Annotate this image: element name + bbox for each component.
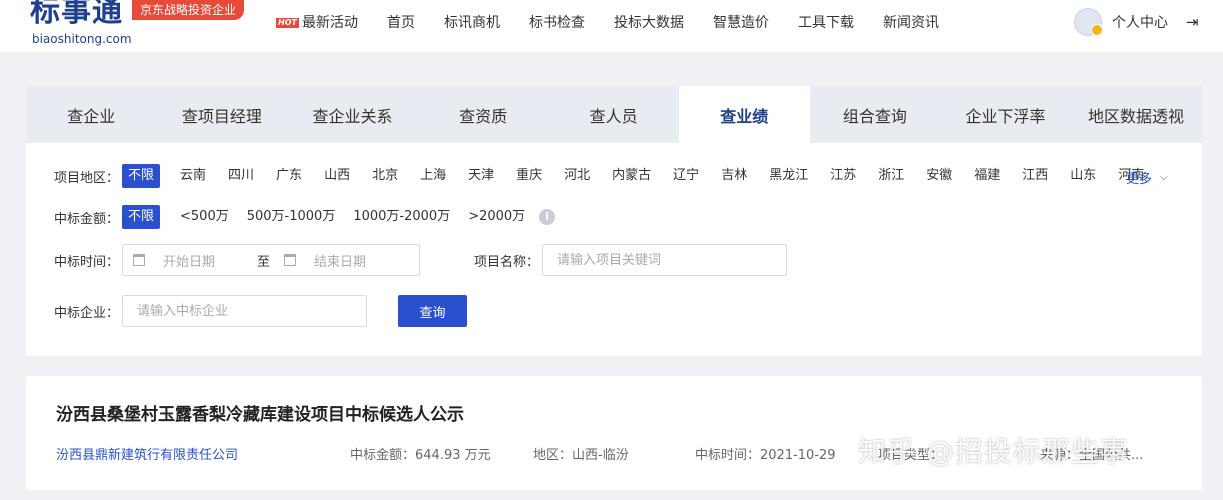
tab-company[interactable]: 查企业	[26, 86, 157, 143]
region-option[interactable]: 天津	[468, 164, 494, 188]
winning-amount: 中标金额：644.93 万元	[350, 448, 491, 463]
amount-option[interactable]: 1000万-2000万	[353, 205, 450, 229]
end-date-placeholder[interactable]: 结束日期	[314, 251, 366, 270]
amount-filter-row: 中标金额： 不限 <500万 500万-1000万 1000万-2000万 >2…	[54, 205, 556, 229]
region-option[interactable]: 黑龙江	[769, 164, 808, 188]
more-regions-button[interactable]: 更多 ⌵	[1126, 168, 1168, 187]
region-option[interactable]: 江西	[1022, 164, 1048, 188]
region-option[interactable]: 上海	[420, 164, 446, 188]
nav-item-tools[interactable]: 工具下载	[798, 12, 854, 34]
region-option[interactable]: 福建	[974, 164, 1000, 188]
nav-item-activities[interactable]: HOT 最新活动	[276, 12, 358, 34]
search-panel: 查企业 查项目经理 查企业关系 查资质 查人员 查业绩 组合查询 企业下浮率 地…	[26, 86, 1202, 356]
chevron-down-icon: ⌵	[1160, 172, 1168, 183]
query-button[interactable]: 查询	[398, 295, 467, 327]
tab-performance[interactable]: 查业绩	[678, 86, 810, 143]
region-option[interactable]: 安徽	[926, 164, 952, 188]
amount-option[interactable]: 不限	[122, 205, 161, 229]
hot-badge: HOT	[276, 18, 299, 28]
region-option[interactable]: 河北	[564, 164, 590, 188]
amount-option[interactable]: >2000万	[468, 205, 525, 229]
win-date: 中标时间：2021-10-29	[695, 448, 836, 463]
region-option[interactable]: 吉林	[721, 164, 747, 188]
logo-domain: biaoshitong.com	[32, 32, 132, 46]
nav-item-home[interactable]: 首页	[387, 12, 415, 34]
company-label: 中标企业：	[54, 305, 120, 321]
tab-company-relations[interactable]: 查企业关系	[287, 86, 418, 143]
amount-option[interactable]: <500万	[180, 205, 229, 229]
nav-item-big-data[interactable]: 投标大数据	[614, 12, 684, 34]
top-header: 标事通 biaoshitong.com 京东战略投资企业 HOT 最新活动 首页…	[0, 0, 1223, 52]
main-nav: HOT 最新活动 首页 标讯商机 标书检查 投标大数据 智慧造价 工具下载 新闻…	[276, 12, 968, 34]
more-label: 更多	[1126, 172, 1153, 187]
region-option[interactable]: 浙江	[878, 164, 904, 188]
result-region: 地区：山西-临汾	[533, 448, 629, 463]
nav-item-bid-news[interactable]: 标讯商机	[444, 12, 500, 34]
region-option[interactable]: 北京	[372, 164, 398, 188]
company-input[interactable]	[122, 295, 367, 327]
region-option[interactable]: 云南	[180, 164, 206, 188]
start-date-placeholder[interactable]: 开始日期	[163, 251, 215, 270]
avatar[interactable]	[1074, 8, 1103, 36]
region-option[interactable]: 内蒙古	[612, 164, 651, 188]
calendar-icon	[133, 254, 145, 266]
winning-company-link[interactable]: 汾西县鼎新建筑行有限责任公司	[56, 444, 238, 463]
project-name-label: 项目名称：	[474, 254, 540, 270]
tab-discount-rate[interactable]: 企业下浮率	[940, 86, 1071, 143]
tab-region-data[interactable]: 地区数据透视	[1071, 86, 1202, 143]
region-option[interactable]: 重庆	[516, 164, 542, 188]
user-area: 个人中心 ⇥	[1074, 8, 1199, 36]
tab-qualification[interactable]: 查资质	[418, 86, 549, 143]
region-option[interactable]: 广东	[276, 164, 302, 188]
date-range-picker[interactable]: 开始日期 至 结束日期	[122, 244, 420, 276]
result-title[interactable]: 汾西县桑堡村玉露香梨冷藏库建设项目中标候选人公示	[56, 400, 464, 425]
calendar-icon	[284, 254, 297, 266]
date-label: 中标时间：	[54, 254, 120, 270]
project-name-input[interactable]	[542, 244, 787, 276]
investment-tag: 京东战略投资企业	[132, 0, 245, 20]
site-logo[interactable]: 标事通 biaoshitong.com	[30, 0, 132, 48]
nav-item-bid-check[interactable]: 标书检查	[529, 12, 585, 34]
search-tabs: 查企业 查项目经理 查企业关系 查资质 查人员 查业绩 组合查询 企业下浮率 地…	[26, 86, 1202, 143]
tab-combined-query[interactable]: 组合查询	[810, 86, 941, 143]
user-center-link[interactable]: 个人中心	[1112, 12, 1168, 32]
company-filter-row: 中标企业：	[54, 295, 367, 327]
amount-option[interactable]: 500万-1000万	[247, 205, 336, 229]
logo-text: 标事通	[30, 0, 123, 29]
region-option[interactable]: 山东	[1070, 164, 1096, 188]
watermark: 知乎 @招投标那些事	[858, 435, 1129, 468]
region-filter-row: 项目地区： 不限 云南 四川 广东 山西 北京 上海 天津 重庆 河北 内蒙古 …	[54, 164, 1166, 188]
date-separator: 至	[257, 254, 271, 270]
tab-project-manager[interactable]: 查项目经理	[157, 86, 288, 143]
tab-personnel[interactable]: 查人员	[548, 86, 679, 143]
region-option[interactable]: 江苏	[830, 164, 856, 188]
nav-item-news[interactable]: 新闻资讯	[883, 12, 939, 34]
nav-label: 最新活动	[301, 15, 358, 31]
region-option[interactable]: 山西	[324, 164, 350, 188]
nav-item-smart-pricing[interactable]: 智慧造价	[713, 12, 769, 34]
info-icon[interactable]: i	[539, 209, 556, 225]
region-option[interactable]: 辽宁	[673, 164, 699, 188]
region-option[interactable]: 不限	[122, 164, 161, 188]
logout-icon[interactable]: ⇥	[1186, 13, 1199, 31]
region-label: 项目地区：	[54, 170, 120, 186]
date-filter-row: 中标时间： 开始日期 至 结束日期 项目名称：	[54, 244, 787, 276]
region-option[interactable]: 四川	[228, 164, 254, 188]
amount-label: 中标金额：	[54, 211, 120, 227]
